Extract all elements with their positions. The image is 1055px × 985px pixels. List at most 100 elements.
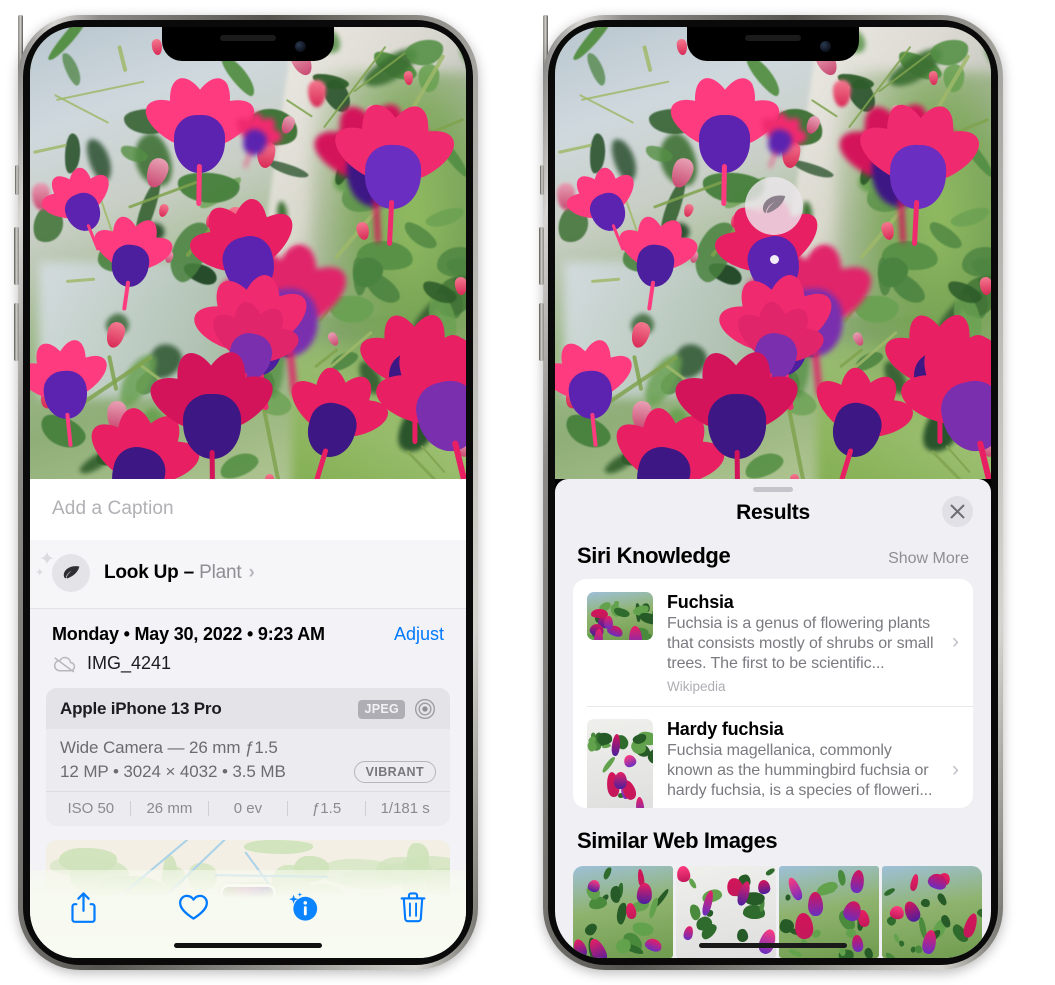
thumbnail-foliage bbox=[764, 866, 776, 877]
thumbnail-foliage bbox=[787, 947, 803, 958]
thumbnail-foliage bbox=[642, 632, 653, 640]
volume-up-button[interactable] bbox=[14, 227, 19, 285]
thumbnail-foliage bbox=[920, 897, 932, 908]
look-up-title: Look Up – bbox=[104, 562, 195, 583]
photo-filename: IMG_4241 bbox=[87, 653, 172, 673]
thumbnail-flower bbox=[756, 879, 771, 895]
phone-screen-left: Add a Caption ✦ ✦ Look Up – Plant › Mond… bbox=[30, 27, 466, 958]
earpiece-speaker bbox=[220, 35, 276, 41]
results-sheet: Results Siri Knowledge Show More Fuchsia… bbox=[555, 479, 991, 958]
leaf-icon[interactable] bbox=[745, 177, 803, 235]
caption-input[interactable]: Add a Caption bbox=[30, 479, 466, 540]
show-more-button[interactable]: Show More bbox=[888, 550, 969, 568]
result-thumbnail bbox=[587, 718, 653, 808]
flower-bud bbox=[832, 79, 851, 107]
result-description: Fuchsia is a genus of flowering plants t… bbox=[667, 614, 934, 672]
photo-image bbox=[555, 27, 991, 479]
photo-date: Monday • May 30, 2022 • 9:23 AM bbox=[52, 624, 325, 644]
fuchsia-flower bbox=[666, 345, 807, 479]
results-title: Results bbox=[736, 500, 810, 524]
similar-image-thumbnail[interactable] bbox=[573, 866, 673, 958]
fuchsia-flower bbox=[555, 336, 640, 447]
leaf-icon: ✦ ✦ bbox=[35, 550, 90, 592]
map-terrain bbox=[243, 840, 314, 854]
mute-switch[interactable] bbox=[15, 165, 19, 195]
thumbnail-flower bbox=[682, 925, 695, 941]
front-camera bbox=[820, 41, 831, 52]
thumbnail-foliage bbox=[735, 928, 749, 943]
photo-info-sheet: Add a Caption ✦ ✦ Look Up – Plant › Mond… bbox=[30, 479, 466, 958]
volume-down-button[interactable] bbox=[14, 303, 19, 361]
thumbnail-foliage bbox=[612, 607, 631, 620]
fuchsia-flower bbox=[662, 71, 787, 206]
photo-meta-row: Monday • May 30, 2022 • 9:23 AM Adjust bbox=[30, 609, 466, 647]
exif-stat: ƒ1.5 bbox=[311, 800, 342, 817]
exif-stat: 0 ev bbox=[233, 800, 263, 817]
info-button[interactable] bbox=[280, 884, 326, 930]
volume-up-button[interactable] bbox=[539, 227, 544, 285]
fuchsia-flower bbox=[325, 98, 462, 246]
photo-image bbox=[30, 27, 466, 479]
photo-viewer[interactable] bbox=[30, 27, 466, 479]
style-badge: VIBRANT bbox=[353, 761, 436, 783]
result-source: Wikipedia bbox=[667, 806, 939, 808]
similar-image-thumbnail[interactable] bbox=[882, 866, 982, 958]
siri-knowledge-header: Siri Knowledge Show More bbox=[555, 539, 991, 579]
result-source: Wikipedia bbox=[667, 678, 726, 694]
thumbnail-flower bbox=[850, 933, 864, 952]
thumbnail-flower bbox=[613, 771, 628, 790]
look-up-subject: Plant bbox=[199, 562, 242, 583]
thumbnail-foliage bbox=[583, 921, 600, 939]
thumbnail-foliage bbox=[601, 755, 617, 774]
fuchsia-flower bbox=[612, 212, 702, 311]
map-terrain bbox=[59, 847, 118, 873]
earpiece-speaker bbox=[745, 35, 801, 41]
thumbnail-flower bbox=[849, 868, 866, 893]
adjust-button[interactable]: Adjust bbox=[394, 624, 444, 645]
thumbnail-foliage bbox=[936, 892, 949, 907]
fuchsia-flower bbox=[30, 336, 115, 447]
phone-screen-right: Results Siri Knowledge Show More Fuchsia… bbox=[555, 27, 991, 958]
list-item[interactable]: Fuchsia Fuchsia is a genus of flowering … bbox=[573, 579, 973, 706]
icloud-slash-icon bbox=[53, 656, 76, 672]
photo-file-row: IMG_4241 bbox=[30, 647, 466, 688]
result-thumbnail bbox=[587, 591, 653, 640]
fuchsia-flower bbox=[141, 345, 282, 479]
thumbnail-flower bbox=[573, 937, 590, 958]
notch bbox=[687, 27, 859, 61]
close-icon[interactable] bbox=[942, 495, 973, 527]
notch bbox=[162, 27, 334, 61]
thumbnail-flower bbox=[603, 615, 613, 629]
delete-button[interactable] bbox=[390, 884, 436, 930]
volume-down-button[interactable] bbox=[539, 303, 544, 361]
result-title: Fuchsia bbox=[667, 591, 734, 612]
thumbnail-flower bbox=[643, 936, 664, 954]
chevron-right-icon: › bbox=[248, 562, 255, 583]
exif-stat: ISO 50 bbox=[67, 800, 115, 817]
sparkle-icon-small: ✦ bbox=[35, 567, 45, 579]
fuchsia-flower bbox=[137, 71, 262, 206]
thumbnail-flower bbox=[636, 882, 654, 905]
list-item[interactable]: Hardy fuchsia Fuchsia magellanica, commo… bbox=[573, 705, 973, 808]
thumbnail-flower bbox=[611, 733, 621, 756]
thumbnail-foliage bbox=[784, 894, 791, 902]
favorite-button[interactable] bbox=[170, 884, 216, 930]
thumbnail-flower bbox=[908, 873, 919, 891]
home-indicator[interactable] bbox=[174, 943, 322, 948]
thumbnail-foliage bbox=[601, 866, 614, 881]
phone-right: Results Siri Knowledge Show More Fuchsia… bbox=[539, 15, 1003, 970]
format-badge: JPEG bbox=[358, 699, 405, 719]
fuchsia-flower bbox=[87, 212, 177, 311]
thumbnail-foliage bbox=[651, 775, 653, 799]
share-button[interactable] bbox=[60, 884, 106, 930]
exif-card: Apple iPhone 13 Pro JPEG Wide Camera — 2… bbox=[46, 688, 450, 826]
mute-switch[interactable] bbox=[540, 165, 544, 195]
look-up-row[interactable]: ✦ ✦ Look Up – Plant › bbox=[30, 540, 466, 609]
chevron-right-icon: › bbox=[952, 630, 959, 654]
photo-viewer[interactable] bbox=[555, 27, 991, 479]
result-title: Hardy fuchsia bbox=[667, 718, 784, 739]
section-title: Siri Knowledge bbox=[577, 542, 731, 568]
thumbnail-foliage bbox=[837, 868, 847, 886]
thumbnail-flower bbox=[634, 796, 645, 808]
home-indicator[interactable] bbox=[699, 943, 847, 948]
